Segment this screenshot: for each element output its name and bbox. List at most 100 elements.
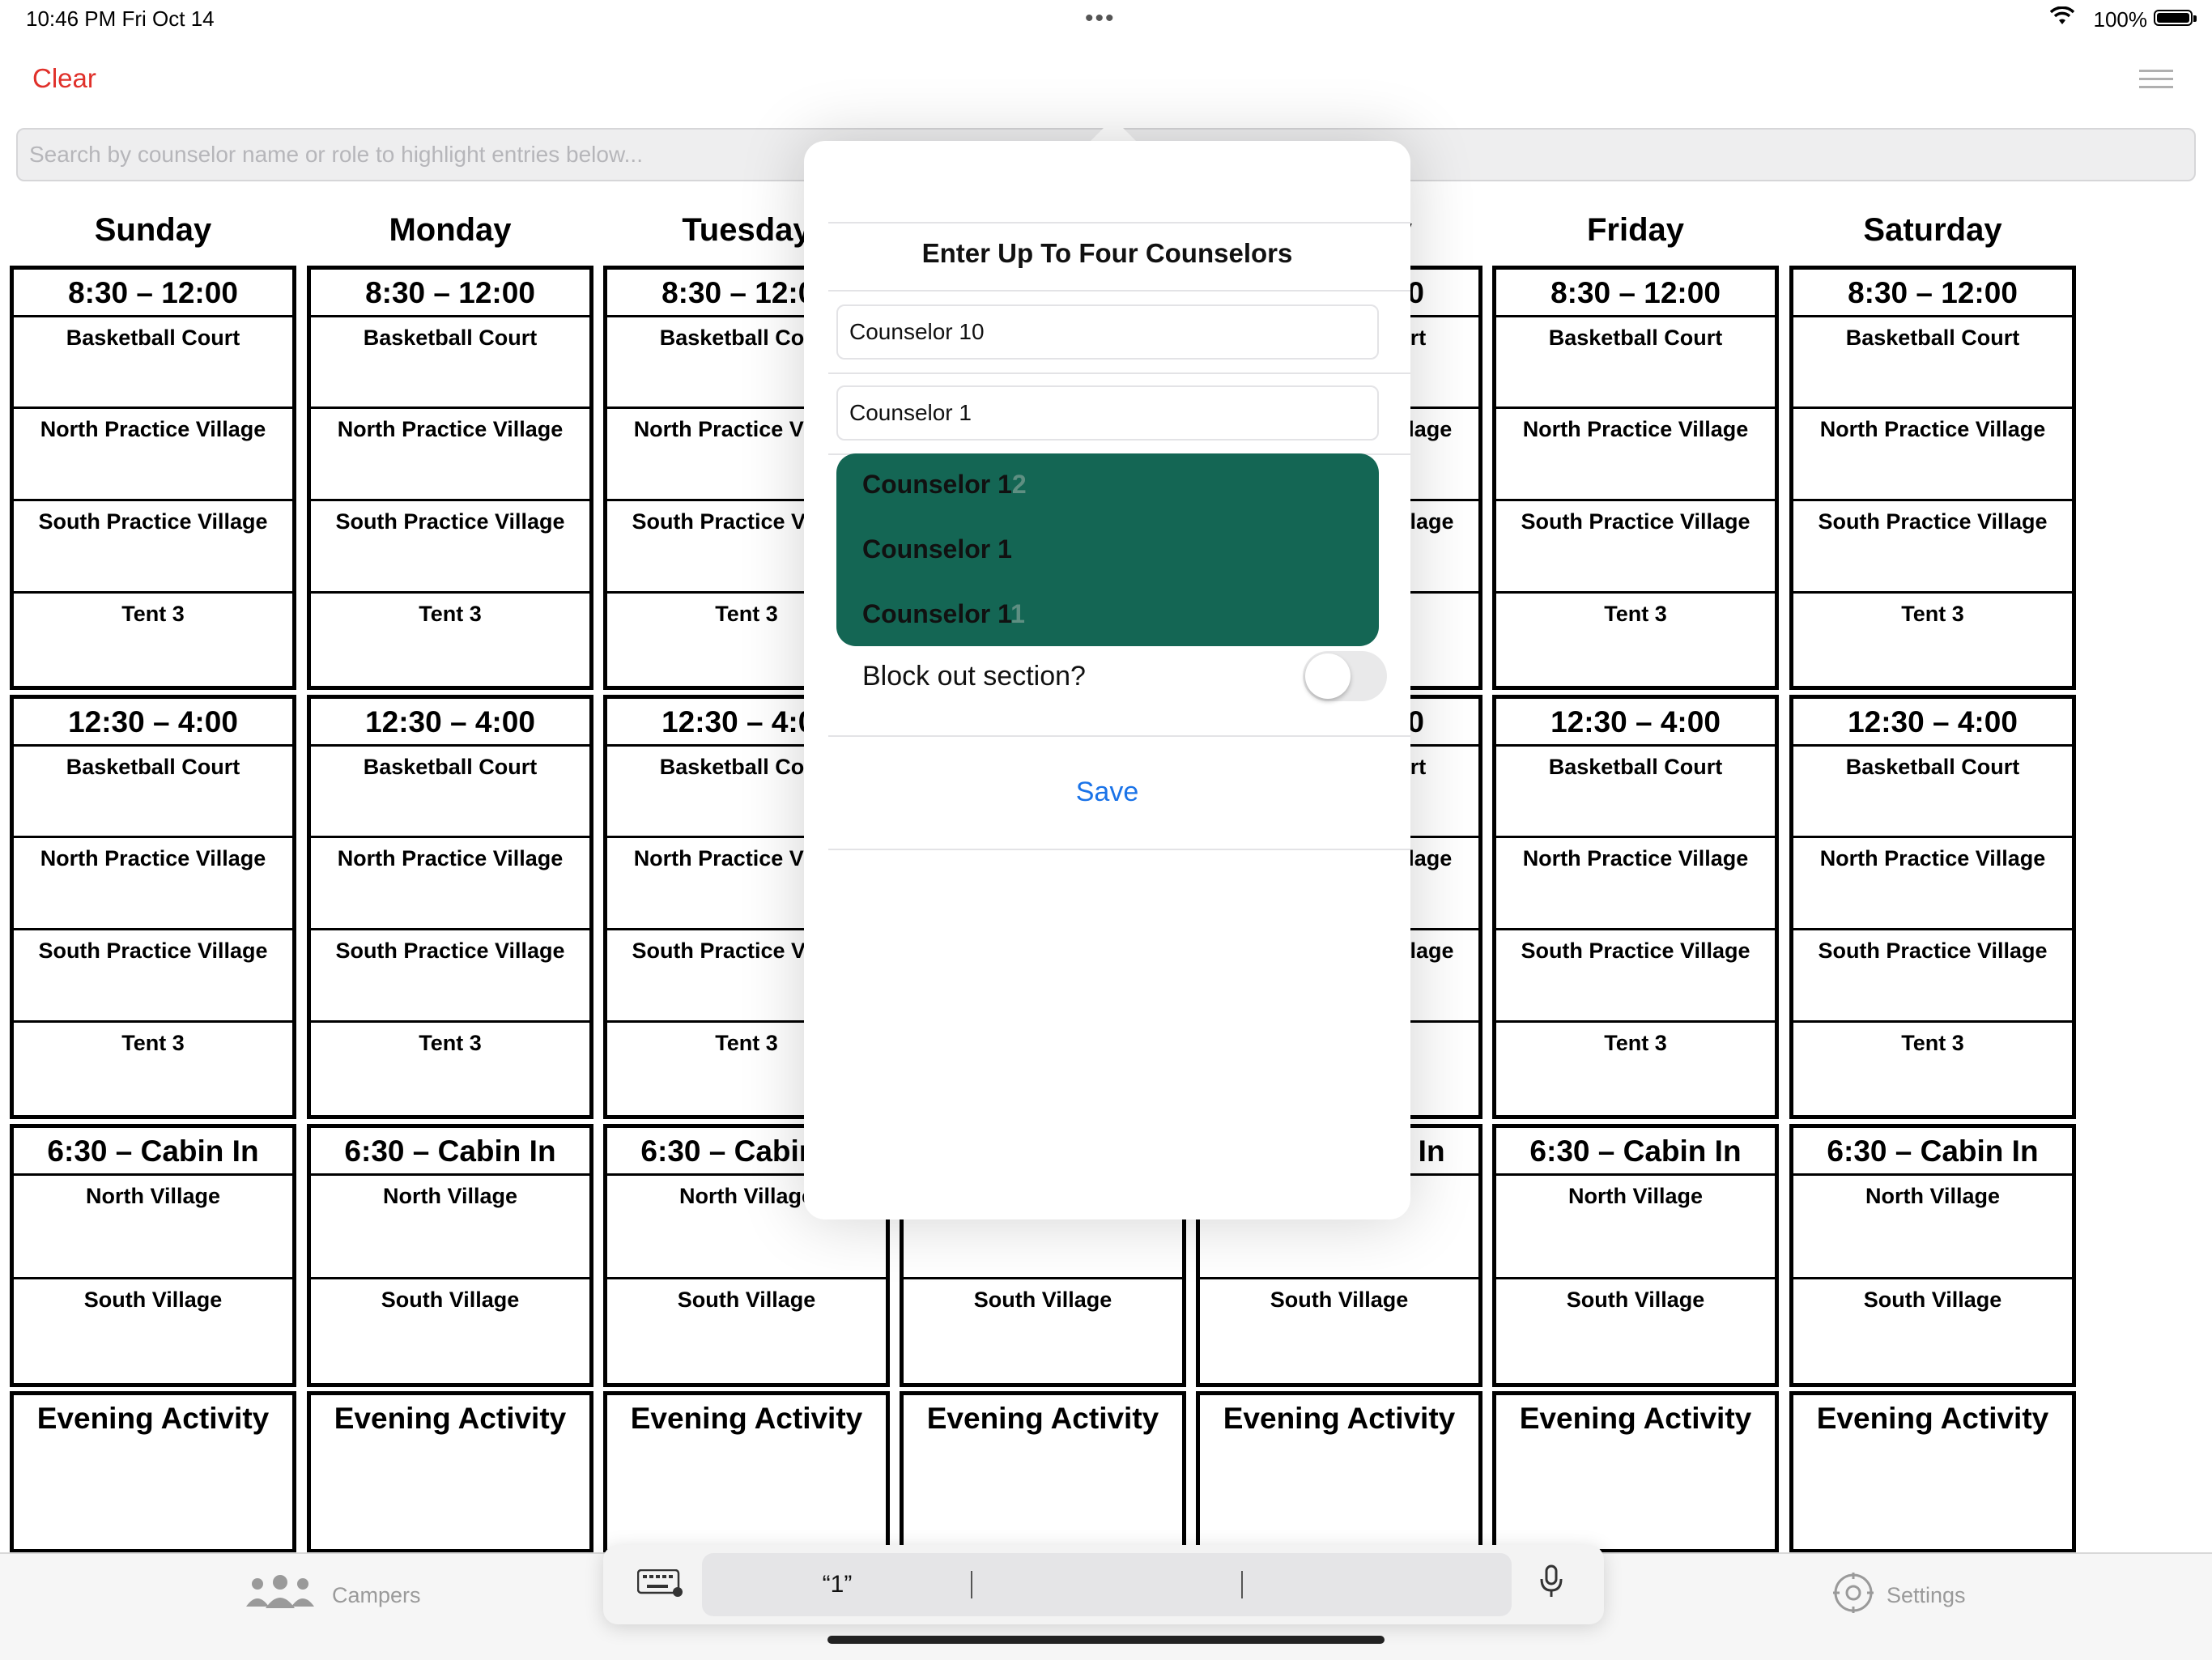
tab-campers[interactable]: Campers bbox=[332, 1583, 421, 1608]
activity-slot[interactable]: Tent 3 bbox=[311, 594, 589, 686]
suggestion-item[interactable]: Counselor 12 bbox=[862, 470, 1027, 500]
counselor-popover: Enter Up To Four Counselors Counselor 10… bbox=[804, 141, 1410, 1219]
gear-icon[interactable] bbox=[1831, 1571, 1875, 1625]
activity-slot[interactable]: Basketball Court bbox=[1496, 747, 1775, 838]
keyboard-shortcut-bar: “1” bbox=[603, 1545, 1604, 1624]
save-button[interactable]: Save bbox=[804, 777, 1410, 808]
activity-slot[interactable]: North Village bbox=[14, 1176, 292, 1279]
separator bbox=[828, 849, 1410, 850]
prediction-item[interactable]: “1” bbox=[702, 1553, 972, 1616]
activity-slot[interactable]: North Practice Village bbox=[14, 838, 292, 930]
block-out-toggle[interactable] bbox=[1303, 651, 1387, 701]
activity-slot[interactable]: Tent 3 bbox=[14, 594, 292, 686]
activity-slot[interactable]: Tent 3 bbox=[1496, 1023, 1775, 1115]
activity-slot[interactable]: South Village bbox=[1793, 1279, 2072, 1383]
schedule-block[interactable]: 8:30 – 12:00Basketball CourtNorth Practi… bbox=[1492, 266, 1779, 690]
activity-slot[interactable]: South Village bbox=[1200, 1279, 1478, 1383]
schedule-block[interactable]: Evening Activity bbox=[900, 1391, 1186, 1553]
schedule-block[interactable]: Evening Activity bbox=[307, 1391, 593, 1553]
schedule-block[interactable]: Evening Activity bbox=[1492, 1391, 1779, 1553]
activity-slot[interactable]: Tent 3 bbox=[1793, 1023, 2072, 1115]
activity-slot[interactable]: South Practice Village bbox=[311, 930, 589, 1023]
activity-slot[interactable]: North Practice Village bbox=[311, 409, 589, 501]
hamburger-icon[interactable] bbox=[2139, 70, 2173, 94]
activity-slot[interactable]: Basketball Court bbox=[1793, 747, 2072, 838]
activity-slot[interactable]: North Practice Village bbox=[1496, 838, 1775, 930]
activity-slot[interactable]: Tent 3 bbox=[14, 1023, 292, 1115]
activity-slot[interactable]: North Village bbox=[311, 1176, 589, 1279]
block-time: Evening Activity bbox=[926, 1402, 1159, 1435]
activity-slot[interactable]: South Practice Village bbox=[14, 930, 292, 1023]
counselor-field-2[interactable]: Counselor 1 bbox=[836, 385, 1379, 441]
activity-slot[interactable]: South Village bbox=[607, 1279, 886, 1383]
block-time: 8:30 – 12:00 bbox=[1793, 270, 2072, 317]
schedule-block[interactable]: 12:30 – 4:00Basketball CourtNorth Practi… bbox=[1789, 695, 2076, 1119]
activity-slot[interactable]: South Village bbox=[904, 1279, 1182, 1383]
activity-slot[interactable]: North Practice Village bbox=[1496, 409, 1775, 501]
activity-slot[interactable]: Tent 3 bbox=[1793, 594, 2072, 686]
block-time: 6:30 – Cabin In bbox=[1793, 1128, 2072, 1176]
schedule-block[interactable]: 8:30 – 12:00Basketball CourtNorth Practi… bbox=[307, 266, 593, 690]
block-time: 6:30 – Cabin In bbox=[14, 1128, 292, 1176]
activity-slot[interactable]: South Practice Village bbox=[311, 501, 589, 594]
activity-slot[interactable]: North Practice Village bbox=[311, 838, 589, 930]
activity-slot[interactable]: South Practice Village bbox=[1496, 501, 1775, 594]
schedule-block[interactable]: 12:30 – 4:00Basketball CourtNorth Practi… bbox=[10, 695, 296, 1119]
schedule-block[interactable]: 6:30 – Cabin InNorth VillageSouth Villag… bbox=[307, 1124, 593, 1387]
schedule-block[interactable]: 6:30 – Cabin InNorth VillageSouth Villag… bbox=[1492, 1124, 1779, 1387]
schedule-block[interactable]: 6:30 – Cabin InNorth VillageSouth Villag… bbox=[10, 1124, 296, 1387]
schedule-block[interactable]: 6:30 – Cabin InNorth VillageSouth Villag… bbox=[1789, 1124, 2076, 1387]
activity-slot[interactable]: North Village bbox=[1496, 1176, 1775, 1279]
activity-slot[interactable]: Basketball Court bbox=[311, 317, 589, 409]
activity-slot[interactable]: North Practice Village bbox=[14, 409, 292, 501]
block-time: 8:30 – 12:00 bbox=[1496, 270, 1775, 317]
activity-slot[interactable]: South Village bbox=[311, 1279, 589, 1383]
activity-slot[interactable]: South Practice Village bbox=[1793, 501, 2072, 594]
block-time: 12:30 – 4:00 bbox=[311, 699, 589, 747]
schedule-block[interactable]: 8:30 – 12:00Basketball CourtNorth Practi… bbox=[10, 266, 296, 690]
popover-arrow bbox=[1089, 118, 1138, 143]
activity-slot[interactable]: Basketball Court bbox=[311, 747, 589, 838]
clear-button[interactable]: Clear bbox=[32, 63, 96, 94]
battery-percentage: 100% bbox=[2093, 7, 2148, 32]
block-time: Evening Activity bbox=[1519, 1402, 1752, 1435]
block-time: Evening Activity bbox=[630, 1402, 863, 1435]
block-time: 6:30 – Cabin In bbox=[1496, 1128, 1775, 1176]
schedule-block[interactable]: Evening Activity bbox=[603, 1391, 890, 1553]
activity-slot[interactable]: Basketball Court bbox=[1496, 317, 1775, 409]
microphone-icon[interactable] bbox=[1539, 1564, 1563, 1607]
day-header: Friday bbox=[1586, 212, 1685, 248]
activity-slot[interactable]: Tent 3 bbox=[1496, 594, 1775, 686]
keyboard-icon[interactable] bbox=[636, 1568, 683, 1605]
activity-slot[interactable]: Basketball Court bbox=[14, 747, 292, 838]
schedule-block[interactable]: Evening Activity bbox=[10, 1391, 296, 1553]
activity-slot[interactable]: South Practice Village bbox=[1793, 930, 2072, 1023]
suggestion-item[interactable]: Counselor 1 bbox=[862, 534, 1012, 564]
activity-slot[interactable]: North Practice Village bbox=[1793, 409, 2072, 501]
activity-slot[interactable]: Basketball Court bbox=[1793, 317, 2072, 409]
separator bbox=[971, 1571, 972, 1598]
separator bbox=[828, 290, 1410, 292]
schedule-block[interactable]: 12:30 – 4:00Basketball CourtNorth Practi… bbox=[1492, 695, 1779, 1119]
schedule-block[interactable]: 12:30 – 4:00Basketball CourtNorth Practi… bbox=[307, 695, 593, 1119]
activity-slot[interactable]: South Village bbox=[14, 1279, 292, 1383]
home-indicator bbox=[827, 1636, 1385, 1644]
activity-slot[interactable]: Basketball Court bbox=[14, 317, 292, 409]
activity-slot[interactable]: Tent 3 bbox=[311, 1023, 589, 1115]
activity-slot[interactable]: North Practice Village bbox=[1793, 838, 2072, 930]
activity-slot[interactable]: South Practice Village bbox=[1496, 930, 1775, 1023]
block-time: Evening Activity bbox=[36, 1402, 270, 1435]
tab-settings[interactable]: Settings bbox=[1887, 1583, 1966, 1608]
suggestion-item[interactable]: Counselor 11 bbox=[862, 599, 1025, 629]
schedule-block[interactable]: Evening Activity bbox=[1196, 1391, 1482, 1553]
activity-slot[interactable]: North Village bbox=[1793, 1176, 2072, 1279]
activity-slot[interactable]: South Practice Village bbox=[14, 501, 292, 594]
people-icon[interactable] bbox=[245, 1574, 316, 1620]
multitasking-dots[interactable]: ••• bbox=[1085, 5, 1116, 32]
schedule-block[interactable]: 8:30 – 12:00Basketball CourtNorth Practi… bbox=[1789, 266, 2076, 690]
counselor-field-1[interactable]: Counselor 10 bbox=[836, 304, 1379, 360]
activity-slot[interactable]: South Village bbox=[1496, 1279, 1775, 1383]
block-time: 12:30 – 4:00 bbox=[1793, 699, 2072, 747]
separator bbox=[828, 735, 1410, 737]
schedule-block[interactable]: Evening Activity bbox=[1789, 1391, 2076, 1553]
